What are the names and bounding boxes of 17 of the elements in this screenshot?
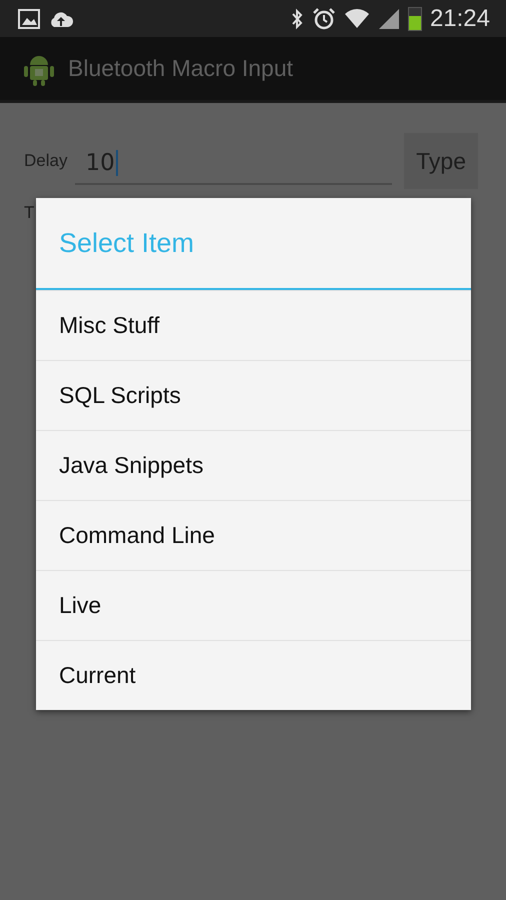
list-item[interactable]: Command Line — [36, 500, 471, 570]
app-title: Bluetooth Macro Input — [68, 55, 294, 82]
alarm-icon — [312, 8, 336, 30]
wifi-icon — [344, 8, 370, 30]
battery-icon — [408, 6, 422, 30]
image-icon — [18, 8, 40, 28]
dialog-title: Select Item — [36, 198, 471, 290]
signal-icon — [378, 8, 400, 30]
field-label: T — [24, 203, 34, 222]
list-item[interactable]: SQL Scripts — [36, 360, 471, 430]
list-item[interactable]: Current — [36, 640, 471, 710]
list-item[interactable]: Java Snippets — [36, 430, 471, 500]
delay-label: Delay — [24, 151, 68, 171]
list-item[interactable]: Live — [36, 570, 471, 640]
list-item[interactable]: Misc Stuff — [36, 290, 471, 360]
clock-time: 21:24 — [430, 4, 490, 32]
bluetooth-icon — [290, 8, 304, 30]
